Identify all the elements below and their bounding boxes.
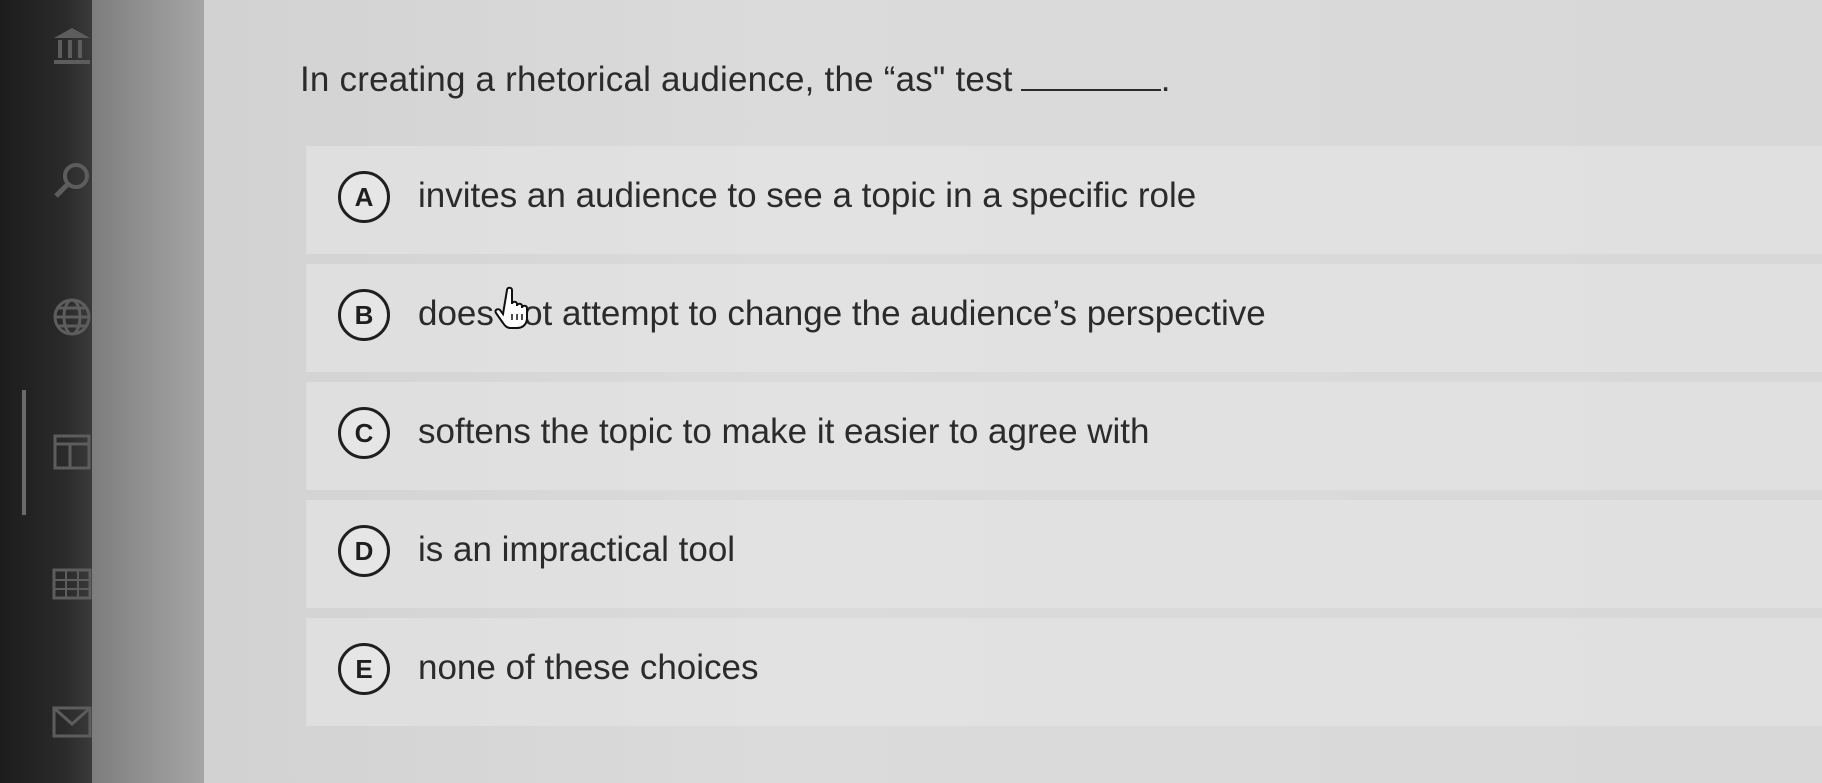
- search-icon[interactable]: [50, 160, 94, 204]
- answer-option-c[interactable]: C softens the topic to make it easier to…: [306, 382, 1822, 490]
- calendar-icon[interactable]: [50, 430, 94, 474]
- question-period: .: [1160, 60, 1171, 99]
- library-icon[interactable]: [50, 24, 94, 68]
- option-letter-badge: A: [338, 171, 390, 223]
- answer-option-d[interactable]: D is an impractical tool: [306, 500, 1822, 608]
- question-text: In creating a rhetorical audience, the “…: [300, 60, 1013, 99]
- option-text: softens the topic to make it easier to a…: [418, 412, 1150, 451]
- answer-option-e[interactable]: E none of these choices: [306, 618, 1822, 726]
- question-stem: In creating a rhetorical audience, the “…: [300, 60, 1171, 100]
- globe-icon[interactable]: [50, 295, 94, 339]
- option-letter-badge: C: [338, 407, 390, 459]
- question-panel: In creating a rhetorical audience, the “…: [204, 0, 1822, 783]
- option-letter-badge: B: [338, 289, 390, 341]
- option-text: does not attempt to change the audience’…: [418, 294, 1266, 333]
- screen: In creating a rhetorical audience, the “…: [0, 0, 1822, 783]
- option-letter-badge: D: [338, 525, 390, 577]
- hand-pointer-cursor-icon: [493, 286, 533, 330]
- answer-option-b[interactable]: B does not attempt to change the audienc…: [306, 264, 1822, 372]
- mail-icon[interactable]: [50, 700, 94, 744]
- option-letter-badge: E: [338, 643, 390, 695]
- answer-blank: [1020, 88, 1161, 91]
- panel-divider: [92, 0, 204, 783]
- option-text: none of these choices: [418, 648, 759, 687]
- nav-active-indicator: [22, 390, 26, 515]
- left-nav-rail: [0, 0, 92, 783]
- grid-icon[interactable]: [50, 562, 94, 606]
- answer-option-a[interactable]: A invites an audience to see a topic in …: [306, 146, 1822, 254]
- option-text: invites an audience to see a topic in a …: [418, 176, 1197, 215]
- option-text: is an impractical tool: [418, 530, 736, 569]
